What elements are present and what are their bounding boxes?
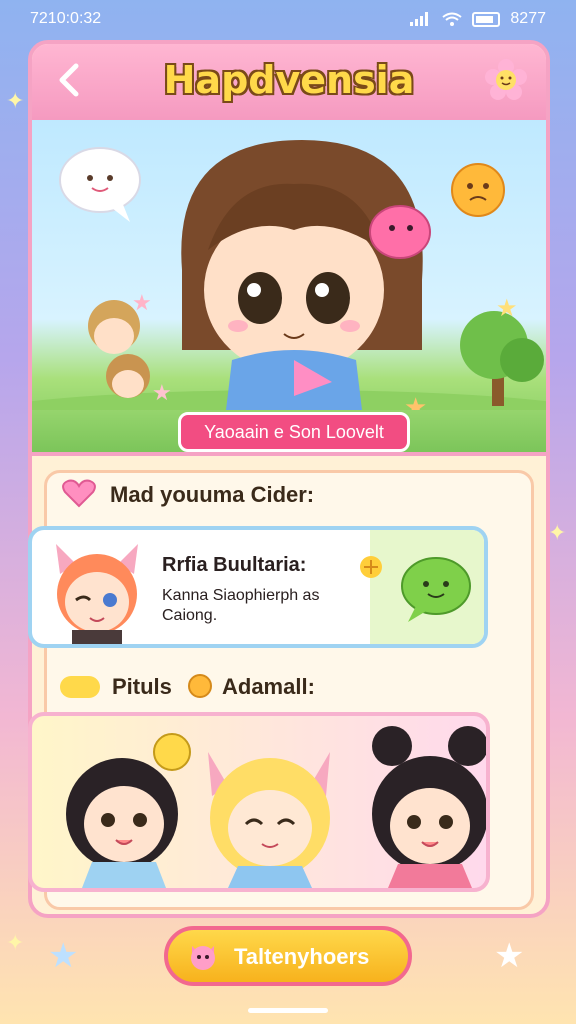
status-time: 7210:0:32 <box>30 10 102 27</box>
primary-action-label: Taltenyhoers <box>234 944 370 969</box>
hero-banner: ★ ★ ★ ★ Yaoaain e Son Loovelt <box>32 120 546 456</box>
chat-bubble-icon[interactable] <box>398 556 474 624</box>
hero-caption-badge: Yaoaain e Son Loovelt <box>178 412 410 452</box>
star-icon: ✦ <box>6 930 25 955</box>
cloud-bubble-icon <box>59 147 141 222</box>
heart-icon <box>62 479 96 508</box>
signal-icon <box>410 12 429 26</box>
star-icon: ★ <box>404 392 427 410</box>
friends-illustration <box>66 726 486 888</box>
star-icon: ★ <box>152 380 172 405</box>
flower-icon[interactable] <box>484 58 528 102</box>
pill-badge <box>60 676 100 698</box>
section-title-friends-suffix: Adamall: <box>222 674 315 699</box>
header: Hapdvensia <box>32 44 546 120</box>
status-bar: 7210:0:32 8277 <box>0 0 576 38</box>
section-title-friends: Pituls <box>112 674 172 699</box>
hero-illustration: ★ ★ ★ ★ <box>32 140 546 410</box>
app-title: Hapdvensia <box>163 58 415 102</box>
friend-avatar-3 <box>372 726 486 888</box>
character-description: Kanna Siaophierph as Caiong. <box>162 587 320 624</box>
battery-text: 8277 <box>510 10 546 27</box>
sun-icon <box>451 163 505 217</box>
star-icon: ★ <box>494 937 525 975</box>
section-title-main: Mad youuma Cider: <box>110 482 315 507</box>
sparkle-icon <box>360 556 382 578</box>
wifi-icon <box>442 12 463 26</box>
pink-creature-icon <box>369 205 431 259</box>
star-icon: ★ <box>496 295 518 322</box>
battery-icon <box>472 11 501 27</box>
home-indicator[interactable] <box>248 1008 328 1013</box>
primary-action-button[interactable]: Taltenyhoers <box>164 926 412 986</box>
avatar <box>56 544 138 644</box>
friends-card[interactable] <box>28 712 490 892</box>
main-character-illustration <box>181 140 423 410</box>
character-name: Rrfia Buultaria: <box>162 554 307 576</box>
sparkle-icon <box>188 674 212 698</box>
star-icon: ✦ <box>548 520 567 545</box>
star-icon: ★ <box>132 290 152 315</box>
star-icon: ★ <box>48 937 79 975</box>
friend-avatar-1 <box>66 733 191 888</box>
cat-face-icon <box>191 946 215 970</box>
character-card[interactable]: Rrfia Buultaria: Kanna Siaophierph as Ca… <box>28 526 488 648</box>
tree-icon <box>460 311 544 406</box>
friend-avatar-2 <box>208 752 330 888</box>
star-icon: ✦ <box>6 88 25 113</box>
